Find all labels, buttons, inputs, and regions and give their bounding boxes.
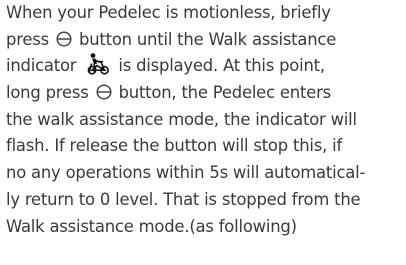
line-5: the walk assistance mode, the indicator … (6, 109, 357, 129)
minus-button-icon (96, 84, 112, 100)
walk-assistance-icon (87, 53, 110, 75)
line-9: Walk assistance mode.(as following) (6, 216, 297, 236)
line-7: no any operations within 5s will automat… (6, 163, 366, 183)
instruction-paragraph: When your Pedelec is motionless, briefly… (6, 0, 406, 240)
minus-button-icon (56, 31, 72, 47)
line-1: When your Pedelec is motionless, briefly (6, 3, 331, 22)
line-2: press button until the Walk assistance (6, 29, 337, 49)
line-6: flash. If release the button will stop t… (6, 136, 343, 156)
line-8: ly return to 0 level. That is stopped fr… (6, 189, 361, 209)
line-3: indicator is displayed. At this point, (6, 53, 406, 80)
line-4: long press button, the Pedelec enters (6, 83, 331, 103)
